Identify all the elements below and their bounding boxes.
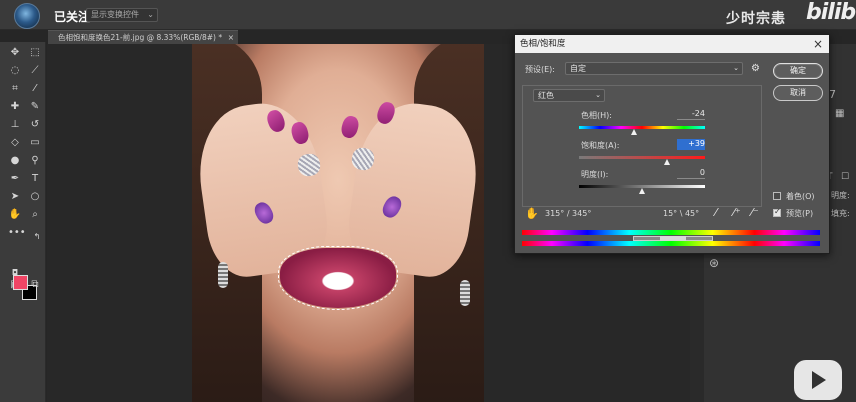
stamp-icon[interactable]: ⊥: [8, 118, 22, 132]
preset-select-value: 自定: [570, 64, 586, 73]
panel-label-b: 填充:: [831, 209, 850, 218]
dialog-title: 色相/饱和度 ×: [515, 35, 829, 53]
chevron-down-icon: ⌄: [595, 91, 601, 99]
dialog-title-text: 色相/饱和度: [520, 39, 566, 49]
path-select-icon[interactable]: ➤: [8, 190, 22, 204]
lightness-slider-knob[interactable]: [639, 188, 645, 194]
hue-slider-knob[interactable]: [630, 129, 637, 135]
lightness-label: 明度(I):: [581, 170, 609, 179]
transform-controls-text: 显示变换控件: [91, 10, 139, 19]
foreground-color-swatch[interactable]: [13, 275, 28, 290]
grid-icon[interactable]: ▦: [835, 108, 844, 119]
panel-label-a: 明度:: [831, 191, 850, 200]
eyedropper-minus-icon[interactable]: ⁄⁻: [751, 207, 759, 219]
selected-lips: [278, 246, 398, 310]
transform-controls-select[interactable]: 显示变换控件 ⌄: [86, 8, 158, 22]
output-spectrum-bar: [522, 241, 820, 246]
saturation-slider-knob[interactable]: [663, 159, 670, 165]
quick-select-icon[interactable]: ⟋: [28, 64, 42, 78]
colorize-label: 着色(O): [786, 192, 815, 201]
earring-left: [218, 262, 228, 288]
pen-icon[interactable]: ✒: [8, 172, 22, 186]
earring-right: [460, 280, 470, 306]
hand-adjust-icon[interactable]: ✋: [525, 208, 539, 220]
screen-mode-icon[interactable]: ⧉: [28, 278, 42, 292]
ok-button[interactable]: 确定: [773, 63, 823, 79]
nail: [339, 114, 361, 140]
saturation-input[interactable]: +39: [677, 139, 705, 150]
input-spectrum-bar: [522, 230, 820, 235]
preset-select[interactable]: 自定 ⌄: [565, 62, 743, 75]
history-brush-icon[interactable]: ↺: [28, 118, 42, 132]
zoom-icon[interactable]: ⌕: [28, 208, 42, 222]
hue-label: 色相(H):: [581, 111, 612, 120]
close-icon[interactable]: ×: [228, 31, 234, 44]
healing-icon[interactable]: ✚: [8, 100, 22, 114]
chevron-down-icon: ⌄: [733, 64, 739, 72]
tools-panel: ✥ ⬚ ◌ ⟋ ⌗ ⁄ ✚ ✎ ⊥ ↺ ◇ ▭ ● ⚲ ✒ T ➤ ○ ✋ ⌕ …: [0, 42, 46, 402]
brush-icon[interactable]: ✎: [28, 100, 42, 114]
range-right-degrees: 15° \ 45°: [663, 209, 700, 218]
options-bar: 已关注 显示变换控件 ⌄ 少时宗恚 bilib: [0, 0, 856, 30]
document-photo[interactable]: [192, 44, 484, 402]
marquee-icon[interactable]: ⬚: [28, 46, 42, 60]
range-left-degrees: 315° / 345°: [545, 209, 592, 218]
eyedropper-plus-icon[interactable]: ⁄⁺: [733, 207, 741, 219]
close-icon[interactable]: ×: [813, 35, 823, 53]
chevron-down-icon: ⌄: [147, 10, 154, 19]
eraser-icon[interactable]: ◇: [8, 136, 22, 150]
document-tab-title: 色相饱和度换色21-前.jpg @ 8.33%(RGB/8#) *: [58, 33, 223, 42]
swap-colors-icon[interactable]: ↰: [30, 230, 44, 244]
hue-track[interactable]: [579, 126, 705, 129]
shape-icon[interactable]: ○: [28, 190, 42, 204]
cancel-button[interactable]: 取消: [773, 85, 823, 101]
panel-digit: 7: [829, 88, 836, 101]
type-icon[interactable]: T: [28, 172, 42, 186]
avatar[interactable]: [14, 3, 40, 29]
lightness-input[interactable]: 0: [677, 168, 705, 179]
crop-icon[interactable]: ⌗: [8, 82, 22, 96]
document-tab[interactable]: 色相饱和度换色21-前.jpg @ 8.33%(RGB/8#) * ×: [48, 30, 238, 44]
channel-select-value: 红色: [538, 91, 554, 100]
move-icon[interactable]: ✥: [8, 46, 22, 60]
saturation-track[interactable]: [579, 156, 705, 159]
lasso-icon[interactable]: ◌: [8, 64, 22, 78]
gradient-icon[interactable]: ▭: [28, 136, 42, 150]
dodge-icon[interactable]: ⚲: [28, 154, 42, 168]
eyedropper-icon[interactable]: ⁄: [715, 207, 717, 219]
blur-icon[interactable]: ●: [8, 154, 22, 168]
play-icon[interactable]: [794, 360, 842, 400]
hue-saturation-dialog: 色相/饱和度 × 预设(E): 自定 ⌄ ⚙ 确定 取消 红色 ⌄ 色相(H):…: [514, 34, 830, 254]
layer-adjust-icon[interactable]: ⊛: [709, 256, 719, 270]
preview-checkbox[interactable]: [773, 207, 781, 217]
hue-input[interactable]: -24: [677, 109, 705, 120]
settings-icon[interactable]: ⚙: [751, 63, 760, 75]
bilibili-logo: bilib: [806, 0, 856, 25]
channel-select[interactable]: 红色 ⌄: [533, 89, 605, 102]
panel-frame-icon[interactable]: ☐: [841, 172, 849, 182]
saturation-label: 饱和度(A):: [581, 141, 620, 150]
preset-label: 预设(E):: [525, 65, 555, 74]
watermark-text: 少时宗恚: [726, 11, 786, 27]
hand-icon[interactable]: ✋: [8, 208, 22, 222]
follow-label[interactable]: 已关注: [54, 8, 90, 25]
preview-label: 预览(P): [786, 209, 814, 218]
more-tools-icon[interactable]: •••: [8, 226, 26, 240]
eyedropper-icon[interactable]: ⁄: [28, 82, 42, 96]
colorize-checkbox[interactable]: [773, 192, 781, 200]
